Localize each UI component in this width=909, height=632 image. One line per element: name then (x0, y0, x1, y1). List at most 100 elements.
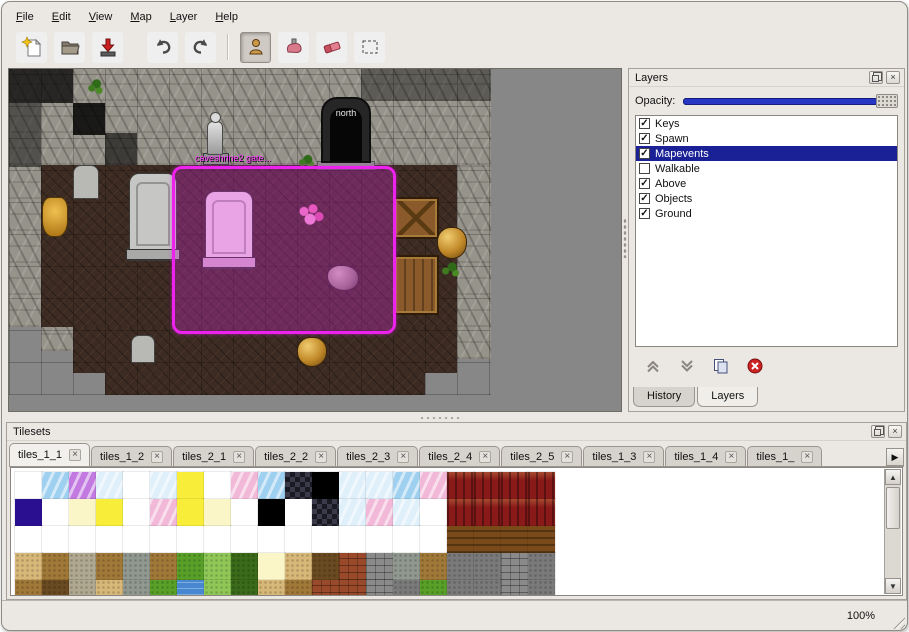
tab-close-icon[interactable]: × (561, 451, 573, 463)
palette-tile[interactable] (123, 472, 150, 499)
palette-tile[interactable] (231, 580, 258, 596)
palette-tile[interactable] (366, 499, 393, 526)
palette-tile[interactable] (69, 580, 96, 596)
palette-tile[interactable] (339, 526, 366, 553)
palette-tile[interactable] (393, 472, 420, 499)
palette-tile[interactable] (231, 499, 258, 526)
undo-button[interactable] (147, 32, 178, 63)
palette-tile[interactable] (501, 580, 528, 596)
move-down-button[interactable] (677, 356, 697, 376)
horizontal-splitter[interactable] (8, 414, 901, 422)
tileset-tab-tiles_1_4[interactable]: tiles_1_4× (665, 446, 746, 466)
palette-tile[interactable] (501, 526, 528, 553)
palette-tile[interactable] (177, 553, 204, 580)
palette-tile[interactable] (528, 472, 555, 499)
palette-tile[interactable] (150, 580, 177, 596)
palette-tile[interactable] (393, 580, 420, 596)
palette-tile[interactable] (285, 499, 312, 526)
palette-tile[interactable] (285, 553, 312, 580)
palette-tile[interactable] (231, 526, 258, 553)
tileset-view[interactable]: ▲ ▼ (10, 467, 903, 596)
palette-tile[interactable] (312, 472, 339, 499)
tab-close-icon[interactable]: × (397, 451, 409, 463)
float-button[interactable] (869, 71, 883, 84)
palette-tile[interactable] (42, 553, 69, 580)
palette-tile[interactable] (96, 553, 123, 580)
open-folder-button[interactable] (54, 32, 85, 63)
palette-tile[interactable] (420, 580, 447, 596)
palette-tile[interactable] (42, 499, 69, 526)
palette-tile[interactable] (312, 580, 339, 596)
palette-tile[interactable] (447, 499, 474, 526)
palette-tile[interactable] (474, 526, 501, 553)
palette-tile[interactable] (258, 553, 285, 580)
tileset-scrollbar[interactable]: ▲ ▼ (884, 469, 901, 594)
palette-tile[interactable] (501, 553, 528, 580)
palette-tile[interactable] (231, 553, 258, 580)
palette-tile[interactable] (285, 526, 312, 553)
palette-tile[interactable] (123, 580, 150, 596)
palette-tile[interactable] (258, 472, 285, 499)
palette-tile[interactable] (15, 472, 42, 499)
palette-tile[interactable] (42, 526, 69, 553)
menu-layer[interactable]: Layer (162, 8, 206, 26)
tab-close-icon[interactable]: × (725, 451, 737, 463)
palette-tile[interactable] (204, 580, 231, 596)
palette-tile[interactable] (258, 526, 285, 553)
menu-edit[interactable]: Edit (44, 8, 79, 26)
palette-tile[interactable] (15, 499, 42, 526)
palette-tile[interactable] (474, 472, 501, 499)
palette-tile[interactable] (42, 580, 69, 596)
palette-tile[interactable] (69, 499, 96, 526)
palette-tile[interactable] (123, 526, 150, 553)
palette-tile[interactable] (420, 553, 447, 580)
save-button[interactable] (92, 32, 123, 63)
tab-scroll-right-icon[interactable]: ▶ (886, 448, 904, 466)
palette-tile[interactable] (528, 553, 555, 580)
tileset-tab-tiles_1_1[interactable]: tiles_1_1× (9, 443, 90, 466)
palette-tile[interactable] (150, 472, 177, 499)
menu-view[interactable]: View (81, 8, 121, 26)
palette-tile[interactable] (15, 580, 42, 596)
palette-tile[interactable] (177, 472, 204, 499)
dock-tab-layers[interactable]: Layers (697, 387, 758, 407)
layer-checkbox[interactable]: ✓ (639, 193, 650, 204)
palette-tile[interactable] (474, 580, 501, 596)
palette-tile[interactable] (393, 526, 420, 553)
palette-tile[interactable] (69, 553, 96, 580)
layer-row-above[interactable]: ✓Above (636, 176, 897, 191)
layer-checkbox[interactable]: ✓ (639, 178, 650, 189)
palette-tile[interactable] (366, 553, 393, 580)
palette-tile[interactable] (366, 526, 393, 553)
tab-close-icon[interactable]: × (69, 449, 81, 461)
opacity-slider[interactable] (683, 94, 898, 108)
tileset-tab-tiles_2_4[interactable]: tiles_2_4× (419, 446, 500, 466)
scroll-down-icon[interactable]: ▼ (885, 578, 901, 594)
palette-tile[interactable] (312, 526, 339, 553)
layer-checkbox[interactable] (639, 163, 650, 174)
palette-tile[interactable] (204, 499, 231, 526)
palette-tile[interactable] (339, 499, 366, 526)
redo-button[interactable] (185, 32, 216, 63)
menu-file[interactable]: File (8, 8, 42, 26)
palette-tile[interactable] (447, 526, 474, 553)
palette-tile[interactable] (204, 472, 231, 499)
palette-tile[interactable] (366, 580, 393, 596)
palette-tile[interactable] (96, 526, 123, 553)
tab-close-icon[interactable]: × (801, 451, 813, 463)
close-button[interactable]: × (886, 71, 900, 84)
palette-tile[interactable] (96, 472, 123, 499)
palette-tile[interactable] (150, 553, 177, 580)
scrollbar-thumb[interactable] (886, 487, 900, 529)
dock-tab-history[interactable]: History (633, 387, 695, 407)
new-file-button[interactable] (16, 32, 47, 63)
selection-rect[interactable] (172, 166, 396, 334)
tileset-tab-tiles_2_3[interactable]: tiles_2_3× (337, 446, 418, 466)
layer-checkbox[interactable]: ✓ (639, 133, 650, 144)
slider-handle[interactable] (876, 94, 898, 108)
palette-tile[interactable] (447, 553, 474, 580)
palette-tile[interactable] (474, 499, 501, 526)
palette-tile[interactable] (177, 526, 204, 553)
layer-row-mapevents[interactable]: ✓Mapevents (636, 146, 897, 161)
palette-tile[interactable] (285, 472, 312, 499)
